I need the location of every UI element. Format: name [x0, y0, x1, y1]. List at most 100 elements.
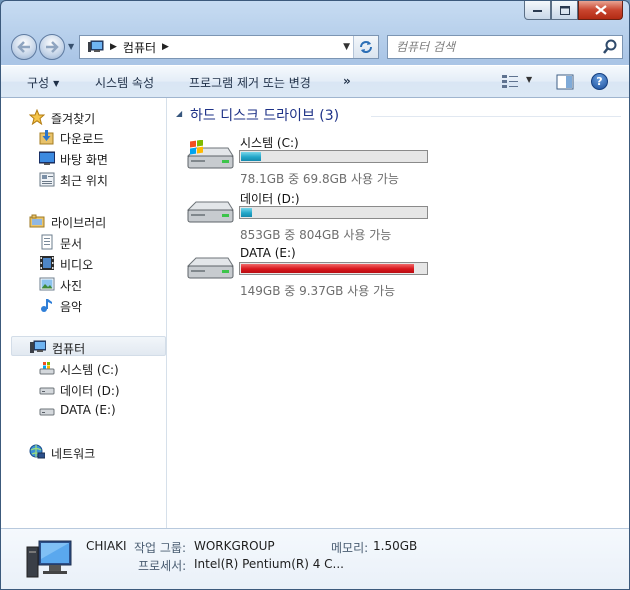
sidebar-item-label: 컴퓨터 [52, 342, 86, 356]
drive-space-info: 853GB 중 804GB 사용 가능 [240, 228, 392, 242]
documents-icon [41, 234, 53, 250]
preview-pane-icon[interactable] [556, 74, 574, 90]
chevron-down-icon: ▼ [53, 79, 60, 88]
content-pane: ◢ 하드 디스크 드라이브 (3) 시스템 (C:) 78.1GB 중 69.8… [168, 98, 629, 528]
libraries-icon [29, 214, 45, 228]
sidebar-item-network[interactable]: 네트워크 [1, 442, 166, 462]
sidebar-item-desktop[interactable]: 바탕 화면 [1, 148, 166, 168]
maximize-button[interactable] [551, 1, 578, 20]
organize-label: 구성 [27, 76, 50, 90]
sidebar-item-label: 비디오 [60, 258, 94, 272]
organize-button[interactable]: 구성 ▼ [27, 74, 59, 91]
drive-space-info: 149GB 중 9.37GB 사용 가능 [240, 284, 396, 298]
caption-buttons [524, 1, 623, 20]
workgroup-label: 작업 그룹: [134, 541, 187, 555]
search-input[interactable] [396, 40, 596, 54]
collapse-triangle-icon[interactable]: ◢ [176, 109, 182, 118]
computer-name: CHIAKI [86, 539, 127, 553]
sidebar-item-libraries[interactable]: 라이브러리 [1, 211, 166, 231]
sidebar-item-label: 네트워크 [51, 447, 96, 461]
uninstall-program-button[interactable]: 프로그램 제거 또는 변경 [189, 74, 311, 91]
close-icon [594, 5, 607, 15]
sidebar-item-label: 다운로드 [60, 132, 105, 146]
details-pane: CHIAKI 작업 그룹: WORKGROUP 메모리: 1.50GB 프로세서… [1, 528, 629, 589]
sidebar-item-videos[interactable]: 비디오 [1, 253, 166, 273]
main-panes: 즐겨찾기 다운로드 바탕 화면 최근 위치 라이브러리 문서 비디오 사진 음악… [1, 98, 629, 528]
drive-tile-e[interactable]: DATA (E:) 149GB 중 9.37GB 사용 가능 [186, 246, 486, 300]
recent-pages-dropdown[interactable]: ▼ [68, 42, 74, 51]
change-view-icon[interactable] [501, 74, 519, 90]
minimize-button[interactable] [524, 1, 551, 20]
close-button[interactable] [578, 1, 623, 20]
minimize-icon [532, 10, 542, 12]
group-divider [371, 116, 621, 117]
back-button[interactable] [11, 34, 37, 60]
maximize-icon [559, 5, 570, 15]
sidebar-item-label: 음악 [60, 300, 83, 314]
breadcrumb-separator-icon[interactable]: ▶ [162, 42, 169, 52]
sidebar-item-label: 최근 위치 [60, 174, 108, 188]
network-icon [29, 444, 45, 459]
computer-icon [26, 540, 72, 578]
memory-value: 1.50GB [373, 539, 418, 553]
command-bar: 구성 ▼ 시스템 속성 프로그램 제거 또는 변경 » ▼ ? [1, 65, 629, 98]
music-icon [41, 299, 52, 312]
sidebar-item-documents[interactable]: 문서 [1, 232, 166, 252]
view-options-dropdown-icon[interactable]: ▼ [526, 75, 532, 84]
system-properties-button[interactable]: 시스템 속성 [95, 74, 154, 91]
drive-usage-bar [239, 262, 428, 275]
sidebar-item-favorites[interactable]: 즐겨찾기 [1, 107, 166, 127]
drive-usage-fill [241, 152, 261, 161]
hard-disk-drives-group-header[interactable]: ◢ 하드 디스크 드라이브 (3) [176, 106, 621, 126]
forward-arrow-icon [46, 41, 59, 53]
drive-name: DATA (E:) [240, 246, 296, 260]
pictures-icon [39, 277, 55, 291]
sidebar-item-label: 문서 [60, 237, 83, 251]
memory-label: 메모리: [331, 541, 369, 555]
sidebar-item-pictures[interactable]: 사진 [1, 274, 166, 294]
sidebar-item-label: 시스템 (C:) [60, 363, 119, 377]
drive-usage-bar [239, 206, 428, 219]
back-arrow-icon [17, 41, 30, 53]
forward-button[interactable] [39, 34, 65, 60]
sidebar-item-label: 사진 [60, 279, 83, 293]
recent-places-icon [39, 172, 55, 187]
help-button[interactable]: ? [591, 73, 608, 90]
drive-usage-bar [239, 150, 428, 163]
processor-value: Intel(R) Pentium(R) 4 C... [194, 557, 344, 571]
drive-tile-d[interactable]: 데이터 (D:) 853GB 중 804GB 사용 가능 [186, 190, 486, 244]
drive-usage-fill [241, 264, 414, 273]
sidebar-item-label: 라이브러리 [51, 216, 107, 230]
windows-drive-icon [186, 140, 234, 169]
sidebar-item-drive-e[interactable]: DATA (E:) [1, 400, 166, 420]
sidebar-item-music[interactable]: 음악 [1, 295, 166, 315]
help-icon: ? [596, 75, 603, 88]
breadcrumb-computer[interactable]: 컴퓨터 [123, 39, 156, 56]
processor-label: 프로세서: [138, 559, 187, 573]
search-icon[interactable] [603, 39, 617, 55]
drive-icon [39, 387, 55, 395]
refresh-button[interactable] [353, 36, 378, 58]
desktop-icon [39, 151, 55, 165]
more-commands-button[interactable]: » [343, 74, 351, 88]
sidebar-item-drive-d[interactable]: 데이터 (D:) [1, 379, 166, 399]
address-bar[interactable]: ▶ 컴퓨터 ▶ ▼ [79, 35, 379, 59]
drive-icon [186, 201, 234, 223]
download-folder-icon [39, 130, 54, 145]
search-box[interactable] [387, 35, 623, 59]
breadcrumb-separator-icon[interactable]: ▶ [110, 42, 117, 52]
windows-drive-icon [39, 362, 55, 375]
sidebar-item-drive-c[interactable]: 시스템 (C:) [1, 358, 166, 378]
navigation-pane: 즐겨찾기 다운로드 바탕 화면 최근 위치 라이브러리 문서 비디오 사진 음악… [1, 98, 167, 528]
sidebar-item-label: DATA (E:) [60, 403, 116, 417]
drive-tile-c[interactable]: 시스템 (C:) 78.1GB 중 69.8GB 사용 가능 [186, 134, 486, 188]
video-icon [40, 256, 54, 270]
sidebar-item-computer[interactable]: 컴퓨터 [11, 336, 166, 356]
star-icon [29, 109, 45, 125]
drive-icon [39, 408, 55, 416]
sidebar-item-downloads[interactable]: 다운로드 [1, 127, 166, 147]
drive-usage-fill [241, 208, 252, 217]
sidebar-item-recent-places[interactable]: 최근 위치 [1, 169, 166, 189]
address-history-dropdown[interactable]: ▼ [343, 42, 350, 52]
drive-space-info: 78.1GB 중 69.8GB 사용 가능 [240, 172, 399, 186]
